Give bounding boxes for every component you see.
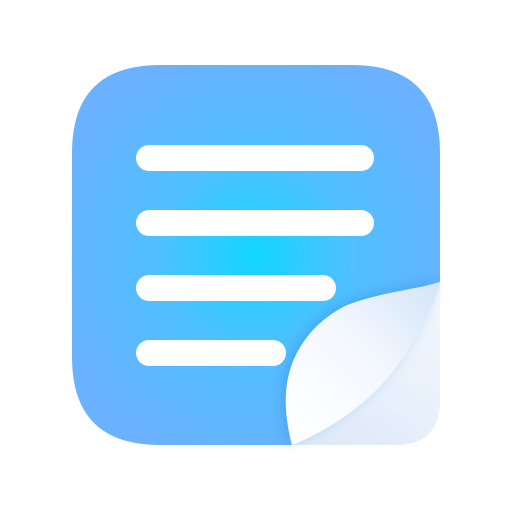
notes-app-icon[interactable]	[0, 0, 512, 512]
text-line-3	[136, 275, 336, 301]
text-line-4	[136, 340, 286, 366]
text-line-1	[136, 145, 374, 171]
text-line-2	[136, 210, 374, 236]
canvas	[0, 0, 512, 512]
